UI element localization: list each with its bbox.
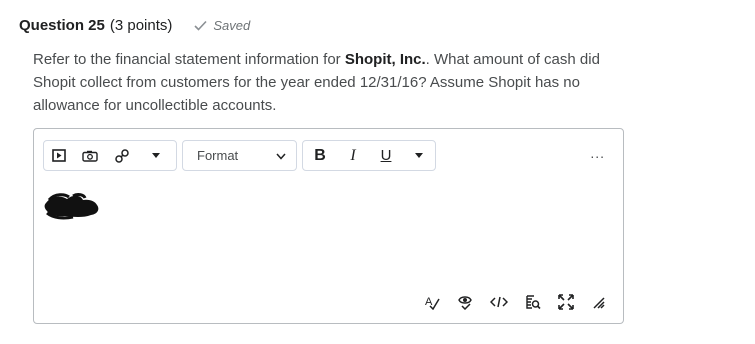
insert-link-icon[interactable] xyxy=(106,141,138,170)
insert-image-icon[interactable] xyxy=(74,141,106,170)
italic-button[interactable]: I xyxy=(337,141,369,170)
more-styles-chevron-icon[interactable] xyxy=(403,141,435,170)
prompt-text-before: Refer to the financial statement informa… xyxy=(33,51,345,68)
saved-status: Saved xyxy=(194,18,250,33)
insert-toolbar-group xyxy=(43,140,177,171)
question-points: (3 points) xyxy=(109,16,173,34)
format-label: Format xyxy=(197,148,239,163)
question-header: Question 25 (3 points) Saved xyxy=(19,15,250,35)
source-code-icon[interactable] xyxy=(490,296,508,308)
saved-label: Saved xyxy=(213,17,251,33)
fullscreen-icon[interactable] xyxy=(558,294,574,310)
answer-editor[interactable]: Format B I U ... A xyxy=(33,128,624,324)
check-icon xyxy=(194,20,207,31)
spellcheck-icon[interactable]: A xyxy=(424,294,440,310)
accessibility-checker-icon[interactable] xyxy=(457,294,473,310)
more-options-button[interactable]: ... xyxy=(590,146,605,160)
editor-content[interactable] xyxy=(43,191,101,226)
preview-icon[interactable] xyxy=(525,294,541,310)
underline-button[interactable]: U xyxy=(369,141,403,170)
insert-stuff-icon[interactable] xyxy=(44,141,74,170)
question-prompt: Refer to the financial statement informa… xyxy=(33,48,633,117)
resize-handle-icon[interactable] xyxy=(591,295,605,309)
svg-text:A: A xyxy=(425,296,433,308)
question-title: Question 25 xyxy=(19,16,105,34)
text-style-group: B I U xyxy=(302,140,436,171)
format-dropdown[interactable]: Format xyxy=(182,140,297,171)
scribble-redaction xyxy=(44,193,99,220)
more-insert-chevron-icon[interactable] xyxy=(138,141,174,170)
chevron-down-icon xyxy=(276,147,286,165)
prompt-company: Shopit, Inc. xyxy=(344,51,426,68)
editor-bottom-toolbar: A xyxy=(424,292,622,312)
bold-button[interactable]: B xyxy=(303,141,337,170)
